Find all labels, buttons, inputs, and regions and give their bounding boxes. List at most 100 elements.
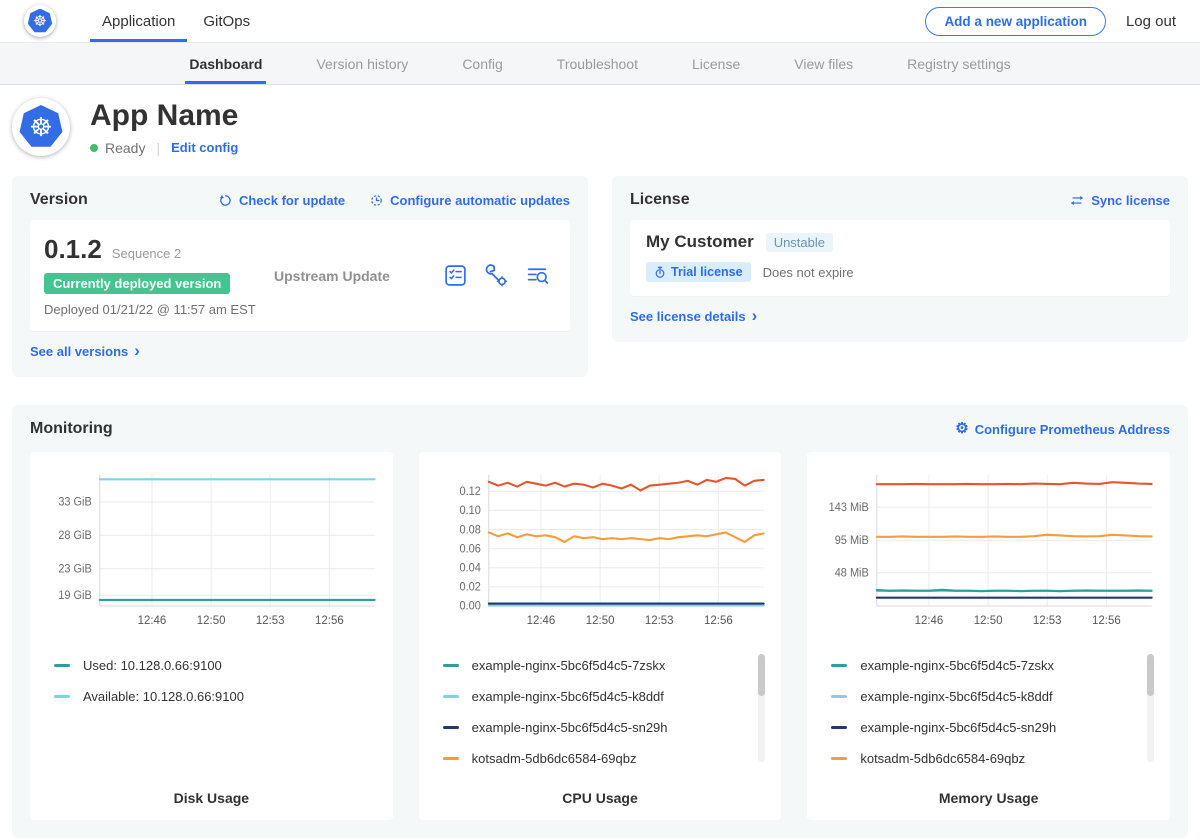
memory-usage-chart: 143 MiB95 MiB48 MiB12:4612:5012:5312:56 [819,464,1158,642]
charts-row: 33 GiB28 GiB23 GiB19 GiB12:4612:5012:531… [30,452,1170,820]
topbar-tab-gitops[interactable]: GitOps [189,0,264,42]
app-status-row: Ready | Edit config [90,140,238,156]
deployed-timestamp: Deployed 01/21/22 @ 11:57 am EST [44,302,274,317]
legend-scrollbar-thumb[interactable] [758,654,765,696]
version-number: 0.1.2 [44,234,102,265]
series-line [877,482,1152,484]
app-header: ☸ App Name Ready | Edit config [0,85,1200,172]
tab-view-files[interactable]: View files [794,43,853,84]
y-axis-label: 0.06 [459,543,480,555]
y-axis-label: 143 MiB [829,502,869,514]
legend-item: Available: 10.128.0.66:9100 [54,689,379,704]
status-label: Ready [105,140,145,156]
trial-license-badge: Trial license [646,262,751,282]
license-info-box: My Customer Unstable Trial license Does … [630,220,1170,296]
tab-troubleshoot[interactable]: Troubleshoot [557,43,638,84]
legend-label: Available: 10.128.0.66:9100 [83,689,244,704]
sync-license-label: Sync license [1091,193,1170,208]
x-axis-label: 12:56 [704,613,733,627]
topbar-tab-label: GitOps [203,13,250,30]
legend-scrollbar-thumb[interactable] [1147,654,1154,696]
config-wrench-icon[interactable] [484,263,509,288]
app-header-text: App Name Ready | Edit config [90,99,238,156]
currently-deployed-badge: Currently deployed version [44,273,230,294]
configure-automatic-updates-link[interactable]: Configure automatic updates [369,193,570,208]
tab-config[interactable]: Config [462,43,502,84]
series-line [488,532,763,542]
legend-item: kotsadm-5db6dc6584-69qbz [831,751,1156,766]
legend-label: example-nginx-5bc6f5d4c5-7zskx [472,658,666,673]
y-axis-label: 33 GiB [58,496,91,508]
version-info: 0.1.2 Sequence 2 Currently deployed vers… [44,234,274,317]
memory-usage-legend: example-nginx-5bc6f5d4c5-7zskx example-ng… [831,658,1156,776]
sequence-label: Sequence 2 [112,246,181,261]
legend-dash-icon [831,695,847,698]
topbar-tab-application[interactable]: Application [88,0,189,42]
legend-scrollbar[interactable] [1147,654,1154,762]
version-card-head: Version Check for update Configure autom… [30,191,570,209]
add-new-application-button[interactable]: Add a new application [925,7,1106,36]
monitoring-panel: Monitoring ⚙ Configure Prometheus Addres… [12,405,1188,838]
configure-prometheus-label: Configure Prometheus Address [975,422,1170,437]
preflight-checks-icon[interactable] [443,263,468,288]
legend-label: example-nginx-5bc6f5d4c5-sn29h [472,720,668,735]
auto-update-clock-icon [369,193,384,208]
tab-dashboard[interactable]: Dashboard [189,43,262,84]
legend-item: example-nginx-5bc6f5d4c5-k8ddf [443,689,768,704]
x-axis-label: 12:53 [1033,613,1062,627]
chevron-right-icon: › [752,311,758,321]
cpu-usage-chart-title: CPU Usage [431,782,770,806]
cpu-usage-legend: example-nginx-5bc6f5d4c5-7zskx example-ng… [443,658,768,776]
x-axis-label: 12:50 [197,613,226,627]
x-axis-label: 12:46 [915,613,944,627]
y-axis-label: 0.04 [459,562,480,574]
cpu-usage-chart: 0.120.100.080.060.040.020.0012:4612:5012… [431,464,770,642]
x-axis-label: 12:46 [526,613,555,627]
configure-prometheus-link[interactable]: ⚙ Configure Prometheus Address [955,422,1170,437]
tab-registry-settings[interactable]: Registry settings [907,43,1010,84]
tab-label: Config [462,56,502,72]
legend-dash-icon [443,757,459,760]
legend-dash-icon [831,664,847,667]
legend-item: example-nginx-5bc6f5d4c5-sn29h [443,720,768,735]
gear-icon: ⚙ [955,421,968,436]
legend-label: example-nginx-5bc6f5d4c5-k8ddf [860,689,1052,704]
y-axis-label: 0.00 [459,600,480,612]
see-license-details-link[interactable]: See license details › [630,309,757,324]
brand-logo[interactable]: ☸ [24,0,56,42]
expiry-label: Does not expire [763,265,854,280]
version-card: Version Check for update Configure autom… [12,176,588,377]
see-all-versions-link[interactable]: See all versions › [30,344,140,359]
cpu-usage-chart-card: 0.120.100.080.060.040.020.0012:4612:5012… [419,452,782,820]
legend-item: example-nginx-5bc6f5d4c5-sn29h [831,720,1156,735]
top-bar: ☸ Application GitOps Add a new applicati… [0,0,1200,42]
legend-item: example-nginx-5bc6f5d4c5-7zskx [443,658,768,673]
legend-scrollbar[interactable] [758,654,765,762]
stopwatch-icon [654,266,666,279]
version-action-icons [443,263,550,288]
tab-license[interactable]: License [692,43,740,84]
disk-usage-legend: Used: 10.128.0.66:9100Available: 10.128.… [54,658,379,776]
version-source-label: Upstream Update [274,268,390,284]
tab-version-history[interactable]: Version history [316,43,408,84]
chevron-right-icon: › [134,346,140,356]
tab-label: View files [794,56,853,72]
legend-item: kotsadm-5db6dc6584-69qbz [443,751,768,766]
edit-config-link[interactable]: Edit config [171,140,238,155]
legend-label: example-nginx-5bc6f5d4c5-k8ddf [472,689,664,704]
legend-dash-icon [443,664,459,667]
legend-dash-icon [443,695,459,698]
page-title: App Name [90,99,238,133]
sync-license-link[interactable]: Sync license [1069,193,1170,208]
x-axis-label: 12:50 [974,613,1003,627]
legend-item: example-nginx-5bc6f5d4c5-7zskx [831,658,1156,673]
disk-usage-chart-title: Disk Usage [42,782,381,806]
legend-label: example-nginx-5bc6f5d4c5-sn29h [860,720,1056,735]
check-for-update-link[interactable]: Check for update [218,193,345,208]
series-line [488,478,763,490]
logout-button[interactable]: Log out [1126,13,1176,30]
configure-automatic-updates-label: Configure automatic updates [390,193,570,208]
view-logs-icon[interactable] [525,263,550,288]
app-subnav: Dashboard Version history Config Trouble… [0,42,1200,85]
legend-item: example-nginx-5bc6f5d4c5-k8ddf [831,689,1156,704]
